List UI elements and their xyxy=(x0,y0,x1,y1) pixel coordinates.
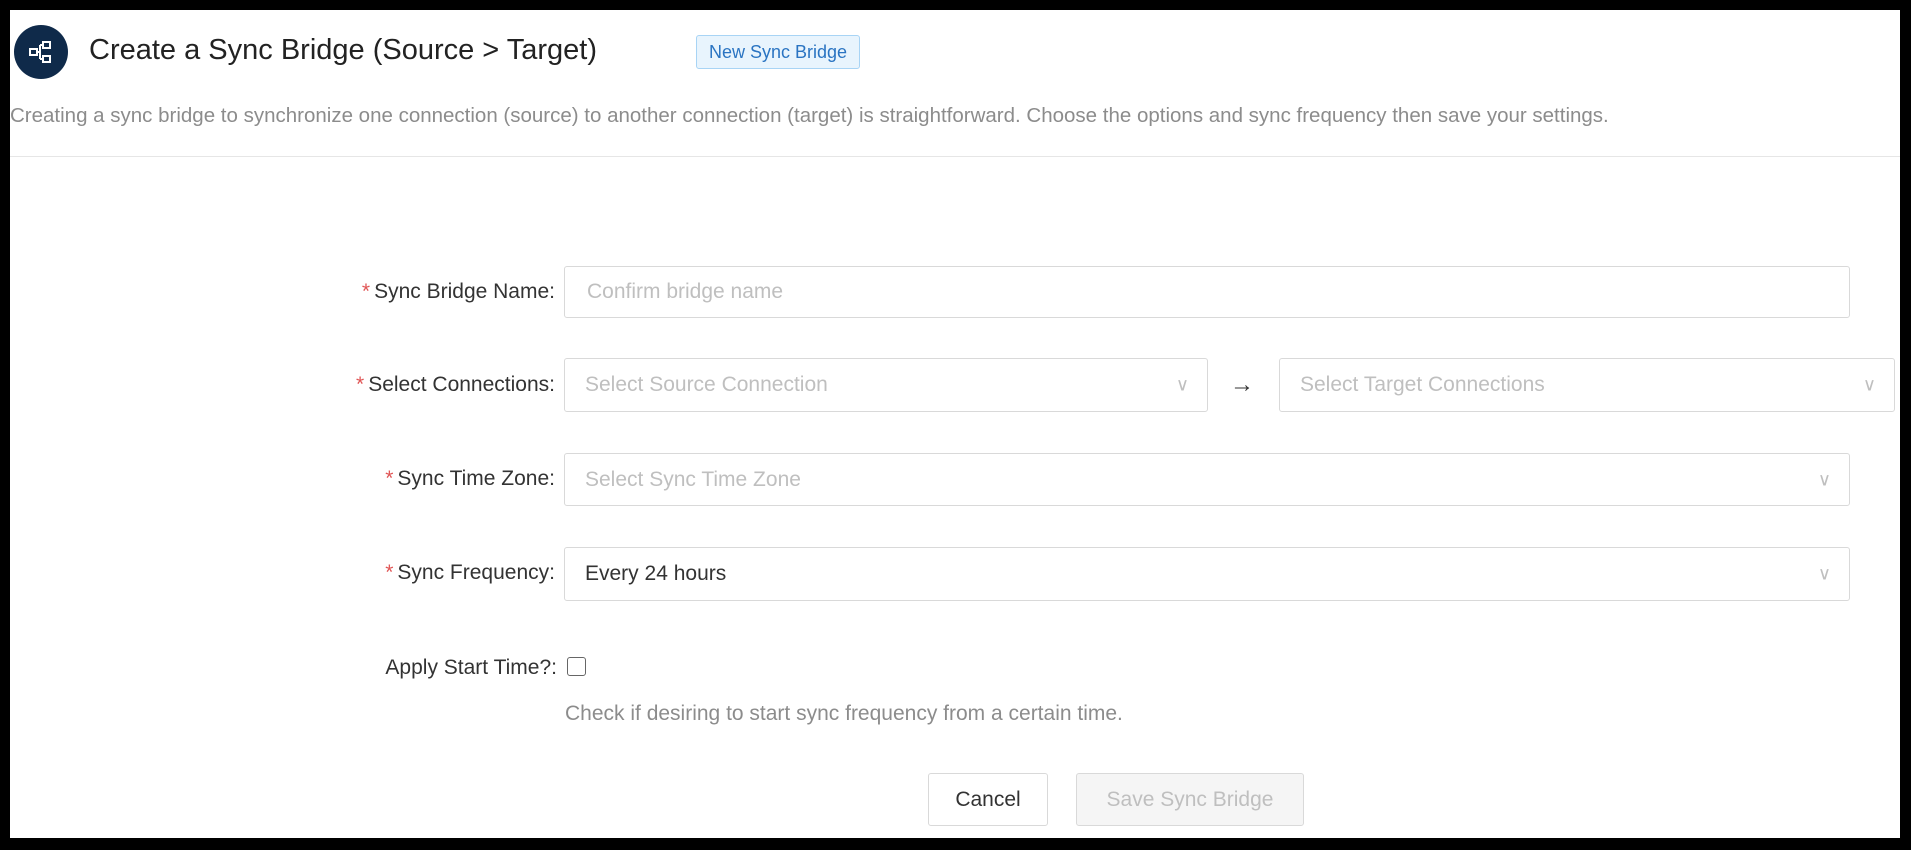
required-mark: * xyxy=(385,467,394,490)
chevron-down-icon: ∨ xyxy=(1175,374,1189,395)
save-sync-bridge-button[interactable]: Save Sync Bridge xyxy=(1076,773,1304,826)
sync-frequency-label: * Sync Frequency: xyxy=(15,561,555,585)
apply-start-time-checkbox[interactable] xyxy=(567,657,586,676)
colon: : xyxy=(549,280,555,303)
divider xyxy=(10,156,1900,157)
required-mark: * xyxy=(385,561,394,584)
chevron-down-icon: ∨ xyxy=(1817,469,1831,489)
status-badge: New Sync Bridge xyxy=(696,35,861,69)
start-time-help-text: Check if desiring to start sync frequenc… xyxy=(565,702,1123,725)
sync-frequency-value: Every 24 hours xyxy=(585,562,727,585)
sync-bridge-name-input[interactable] xyxy=(585,279,1849,305)
sync-time-zone-select[interactable]: Select Sync Time Zone ∨ xyxy=(564,453,1850,506)
page-description: Creating a sync bridge to synchronize on… xyxy=(10,104,1609,127)
sync-frequency-select[interactable]: Every 24 hours ∨ xyxy=(564,547,1850,601)
colon: : xyxy=(549,373,555,396)
page-title: Create a Sync Bridge (Source > Target) xyxy=(89,34,598,66)
colon: : xyxy=(551,656,557,679)
colon: : xyxy=(549,561,555,584)
required-mark: * xyxy=(361,280,371,303)
source-connection-select[interactable]: Select Source Connection ∨ xyxy=(564,358,1208,412)
arrow-right-icon: → xyxy=(1230,371,1254,398)
required-mark: * xyxy=(356,373,365,396)
select-connections-label: * Select Connections: xyxy=(15,373,555,397)
label-text: Select Connections xyxy=(368,373,550,396)
colon: : xyxy=(549,467,555,490)
label-text: Sync Frequency xyxy=(397,561,550,584)
target-placeholder: Select Target Connections xyxy=(1300,373,1545,396)
sync-bridge-name-field[interactable] xyxy=(564,266,1850,318)
source-placeholder: Select Source Connection xyxy=(585,373,828,396)
label-text: Sync Time Zone xyxy=(397,467,550,490)
target-connection-select[interactable]: Select Target Connections ∨ xyxy=(1279,358,1895,412)
chevron-down-icon: ∨ xyxy=(1817,563,1831,584)
apply-start-time-label: Apply Start Time?: xyxy=(15,656,557,680)
label-text: Apply Start Time? xyxy=(385,656,552,679)
sync-bridge-nodes-icon xyxy=(14,25,68,79)
time-zone-placeholder: Select Sync Time Zone xyxy=(585,467,801,491)
sync-time-zone-label: * Sync Time Zone: xyxy=(15,467,555,491)
label-text: Sync Bridge Name xyxy=(374,280,550,303)
sync-bridge-name-label: * Sync Bridge Name: xyxy=(15,280,555,304)
create-sync-bridge-page: Create a Sync Bridge (Source > Target) N… xyxy=(10,10,1900,838)
cancel-button[interactable]: Cancel xyxy=(928,773,1048,826)
chevron-down-icon: ∨ xyxy=(1862,374,1876,395)
